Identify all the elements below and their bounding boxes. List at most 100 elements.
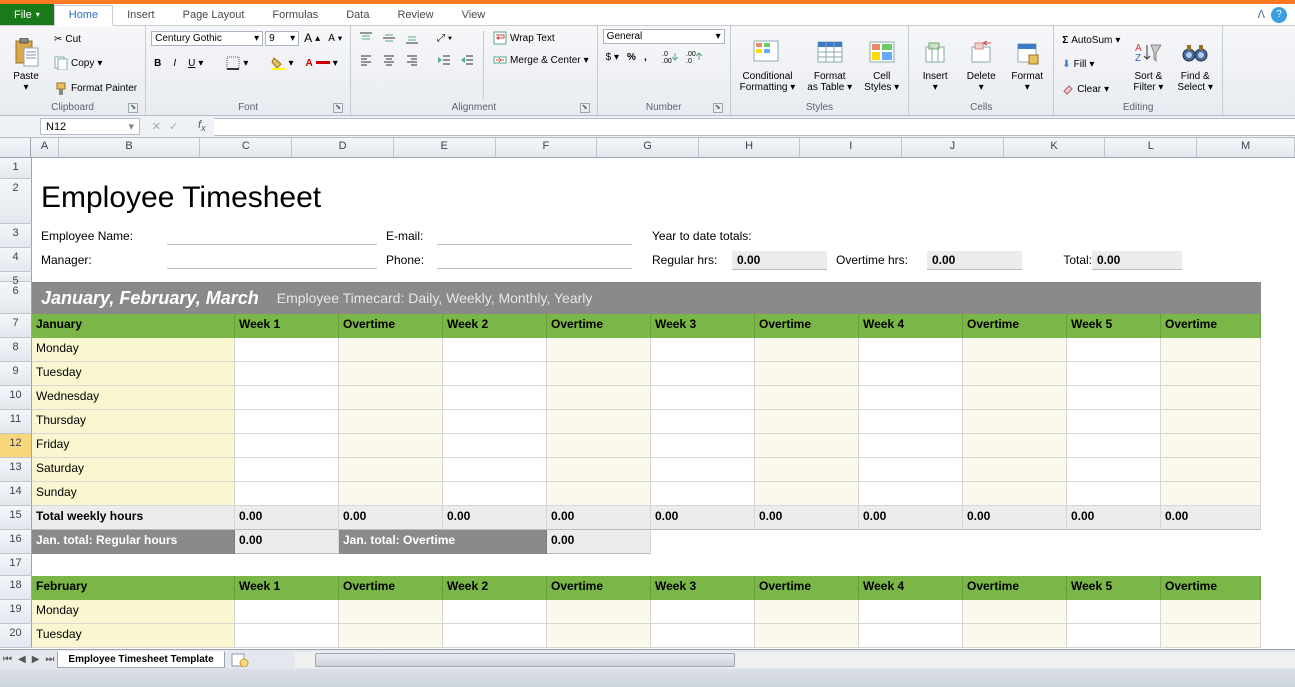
delete-cells-button[interactable]: Delete▾: [960, 29, 1002, 101]
col-header[interactable]: H: [699, 138, 801, 157]
format-cells-button[interactable]: Format▾: [1006, 29, 1048, 101]
sheet-nav-first[interactable]: ⏮: [0, 654, 15, 665]
new-sheet-button[interactable]: [225, 651, 255, 669]
tab-file[interactable]: File: [0, 4, 54, 25]
col-header[interactable]: F: [496, 138, 598, 157]
row-header[interactable]: 15: [0, 506, 32, 530]
row-header[interactable]: 20: [0, 624, 32, 648]
row-header[interactable]: 5: [0, 272, 32, 282]
number-format-combo[interactable]: General▾: [603, 29, 725, 44]
col-header[interactable]: B: [59, 138, 201, 157]
decrease-decimal-button[interactable]: .00.0: [683, 48, 705, 66]
increase-indent-button[interactable]: [457, 51, 477, 69]
conditional-formatting-button[interactable]: Conditional Formatting ▾: [736, 29, 800, 101]
col-header[interactable]: E: [394, 138, 496, 157]
timesheet-row[interactable]: Thursday: [32, 410, 1261, 434]
alignment-launcher[interactable]: ⬊: [580, 103, 590, 113]
cut-button[interactable]: ✂Cut: [51, 32, 140, 47]
comma-button[interactable]: ,: [641, 50, 650, 65]
col-header[interactable]: J: [902, 138, 1004, 157]
tab-review[interactable]: Review: [383, 4, 447, 25]
tab-page-layout[interactable]: Page Layout: [169, 4, 259, 25]
timesheet-row[interactable]: Monday: [32, 338, 1261, 362]
clear-button[interactable]: Clear ▾: [1059, 81, 1123, 97]
orientation-button[interactable]: ⤢ ▾: [434, 31, 455, 46]
format-as-table-button[interactable]: Format as Table ▾: [803, 29, 856, 101]
shrink-font-button[interactable]: A▾: [325, 31, 345, 46]
increase-decimal-button[interactable]: .0.00: [659, 48, 681, 66]
font-launcher[interactable]: ⬊: [333, 103, 343, 113]
font-name-combo[interactable]: Century Gothic▾: [151, 31, 263, 46]
fill-color-button[interactable]: ▾: [268, 54, 296, 72]
fx-icon[interactable]: fx: [190, 119, 214, 133]
merge-center-button[interactable]: Merge & Center ▾: [490, 51, 592, 69]
align-left-button[interactable]: [356, 51, 376, 69]
align-middle-button[interactable]: [379, 29, 399, 47]
row-header[interactable]: 4: [0, 248, 32, 272]
phone-field[interactable]: [437, 251, 632, 269]
tab-view[interactable]: View: [448, 4, 500, 25]
row-header[interactable]: 6: [0, 282, 32, 314]
row-header[interactable]: 11: [0, 410, 32, 434]
tab-data[interactable]: Data: [332, 4, 383, 25]
col-header[interactable]: I: [800, 138, 902, 157]
email-field[interactable]: [437, 227, 632, 245]
timesheet-row[interactable]: Saturday: [32, 458, 1261, 482]
formula-input[interactable]: [214, 118, 1295, 136]
sheet-tab[interactable]: Employee Timesheet Template: [57, 651, 224, 668]
sheet-nav-next[interactable]: ▶: [29, 654, 43, 665]
manager-field[interactable]: [167, 251, 377, 269]
font-size-combo[interactable]: 9▾: [265, 31, 299, 46]
col-header[interactable]: C: [200, 138, 292, 157]
col-header[interactable]: M: [1197, 138, 1295, 157]
row-header[interactable]: 1: [0, 158, 32, 179]
cell-styles-button[interactable]: Cell Styles ▾: [860, 29, 903, 101]
row-header[interactable]: 19: [0, 600, 32, 624]
paste-button[interactable]: Paste▾: [5, 29, 47, 101]
number-launcher[interactable]: ⬊: [713, 103, 723, 113]
sheet-nav-last[interactable]: ⏭: [42, 654, 57, 665]
row-header[interactable]: 8: [0, 338, 32, 362]
minimize-ribbon-icon[interactable]: ᐱ: [1257, 8, 1265, 21]
font-color-button[interactable]: A ▾: [302, 56, 340, 71]
row-header[interactable]: 10: [0, 386, 32, 410]
format-painter-button[interactable]: Format Painter: [51, 80, 140, 98]
spreadsheet-grid[interactable]: A B C D E F G H I J K L M 12345678910111…: [0, 138, 1295, 663]
italic-button[interactable]: I: [170, 56, 179, 71]
grow-font-button[interactable]: A▴: [301, 29, 323, 47]
align-center-button[interactable]: [379, 51, 399, 69]
align-top-button[interactable]: [356, 29, 376, 47]
row-header[interactable]: 2: [0, 179, 32, 224]
row-header[interactable]: 13: [0, 458, 32, 482]
timesheet-row[interactable]: Tuesday: [32, 624, 1261, 648]
copy-button[interactable]: Copy ▾: [51, 54, 140, 72]
help-icon[interactable]: ?: [1271, 7, 1287, 23]
timesheet-row[interactable]: Monday: [32, 600, 1261, 624]
sort-filter-button[interactable]: AZ Sort & Filter ▾: [1127, 29, 1169, 101]
timesheet-row[interactable]: Tuesday: [32, 362, 1261, 386]
sheet-nav-prev[interactable]: ◀: [15, 654, 29, 665]
horizontal-scrollbar[interactable]: [295, 652, 1295, 668]
employee-name-field[interactable]: [167, 227, 377, 245]
row-header[interactable]: 14: [0, 482, 32, 506]
find-select-button[interactable]: Find & Select ▾: [1173, 29, 1217, 101]
tab-insert[interactable]: Insert: [113, 4, 169, 25]
percent-button[interactable]: %: [624, 50, 639, 65]
name-box[interactable]: N12▾: [40, 118, 140, 135]
timesheet-row[interactable]: Friday: [32, 434, 1261, 458]
col-header[interactable]: A: [31, 138, 58, 157]
border-button[interactable]: ▾: [223, 54, 251, 72]
fill-button[interactable]: ⬇ Fill ▾: [1059, 57, 1123, 72]
align-right-button[interactable]: [402, 51, 422, 69]
row-header[interactable]: 7: [0, 314, 32, 338]
row-header[interactable]: 12: [0, 434, 32, 458]
timesheet-row[interactable]: Wednesday: [32, 386, 1261, 410]
bold-button[interactable]: B: [151, 56, 164, 71]
select-all-corner[interactable]: [0, 138, 31, 157]
align-bottom-button[interactable]: [402, 29, 422, 47]
tab-formulas[interactable]: Formulas: [258, 4, 332, 25]
col-header[interactable]: K: [1004, 138, 1106, 157]
row-header[interactable]: 18: [0, 576, 32, 600]
row-header[interactable]: 16: [0, 530, 32, 554]
underline-button[interactable]: U ▾: [185, 56, 206, 71]
